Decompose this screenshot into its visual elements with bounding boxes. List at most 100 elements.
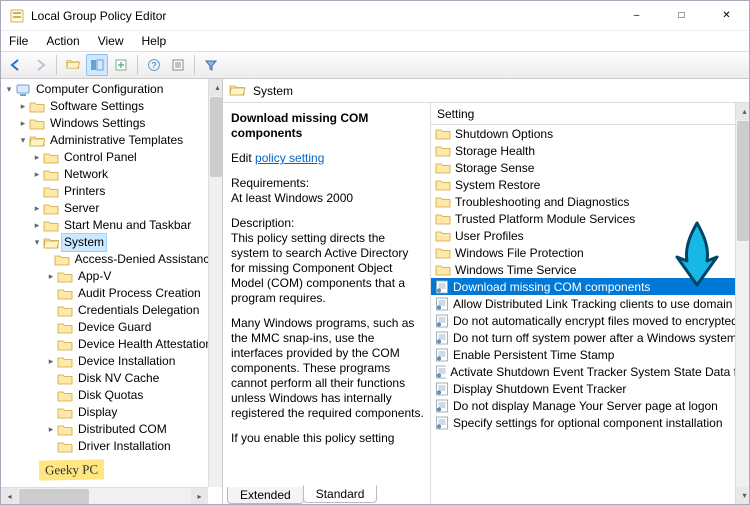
- detail-edit-line: Edit policy setting: [231, 151, 424, 166]
- list-item[interactable]: Windows File Protection: [431, 244, 749, 261]
- properties-button[interactable]: [167, 54, 189, 76]
- tree-item[interactable]: Disk NV Cache: [3, 370, 222, 387]
- tree-item[interactable]: Device Health Attestation: [3, 336, 222, 353]
- policy-setting-icon: [435, 280, 449, 294]
- tree-item[interactable]: Display: [3, 404, 222, 421]
- list-item[interactable]: Specify settings for optional component …: [431, 414, 749, 431]
- menu-help[interactable]: Help: [140, 33, 169, 49]
- tree-item[interactable]: ▸Device Installation: [3, 353, 222, 370]
- list-item[interactable]: System Restore: [431, 176, 749, 193]
- show-tree-button[interactable]: [86, 54, 108, 76]
- folder-closed-icon: [54, 253, 70, 266]
- back-button[interactable]: [5, 54, 27, 76]
- list-item[interactable]: Display Shutdown Event Tracker: [431, 380, 749, 397]
- policy-setting-icon: [435, 297, 449, 311]
- content-title: System: [253, 84, 293, 98]
- tree-scrollbar-horizontal[interactable]: ◂ ▸: [1, 487, 208, 504]
- folder-closed-icon: [43, 185, 59, 198]
- tree-item[interactable]: ▸Server: [3, 200, 222, 217]
- help-button[interactable]: ?: [143, 54, 165, 76]
- tree-item[interactable]: Printers: [3, 183, 222, 200]
- detail-requirements: Requirements: At least Windows 2000: [231, 176, 424, 206]
- watermark: Geeky PC: [39, 459, 104, 480]
- list-item[interactable]: Enable Persistent Time Stamp: [431, 346, 749, 363]
- list-item[interactable]: Troubleshooting and Diagnostics: [431, 193, 749, 210]
- close-button[interactable]: ✕: [704, 1, 749, 31]
- folder-closed-icon: [435, 229, 451, 242]
- tree-item[interactable]: ▾Administrative Templates: [3, 132, 222, 149]
- folder-closed-icon: [57, 372, 73, 385]
- list-item[interactable]: Windows Time Service: [431, 261, 749, 278]
- tree-item[interactable]: ▸App-V: [3, 268, 222, 285]
- filter-button[interactable]: [200, 54, 222, 76]
- list-item[interactable]: Storage Health: [431, 142, 749, 159]
- folder-open-icon: [29, 134, 45, 147]
- list-scrollbar-vertical[interactable]: ▴ ▾: [735, 103, 749, 504]
- folder-closed-icon: [435, 144, 451, 157]
- folder-open-icon: [229, 83, 247, 98]
- tree-item[interactable]: Driver Installation: [3, 438, 222, 455]
- detail-pane: Download missing COM components Edit pol…: [223, 103, 431, 504]
- forward-button[interactable]: [29, 54, 51, 76]
- tree-item[interactable]: Audit Process Creation: [3, 285, 222, 302]
- list-item[interactable]: Do not display Manage Your Server page a…: [431, 397, 749, 414]
- tree-item[interactable]: ▸Start Menu and Taskbar: [3, 217, 222, 234]
- export-button[interactable]: [110, 54, 132, 76]
- tree-item[interactable]: Disk Quotas: [3, 387, 222, 404]
- folder-closed-icon: [29, 100, 45, 113]
- list-item[interactable]: Trusted Platform Module Services: [431, 210, 749, 227]
- folder-closed-icon: [57, 270, 73, 283]
- list-item[interactable]: Download missing COM components: [431, 278, 749, 295]
- tree-item[interactable]: ▸Network: [3, 166, 222, 183]
- folder-closed-icon: [57, 287, 73, 300]
- tree-item[interactable]: ▸Distributed COM: [3, 421, 222, 438]
- folder-closed-icon: [43, 202, 59, 215]
- folder-closed-icon: [57, 304, 73, 317]
- folder-closed-icon: [57, 406, 73, 419]
- folder-closed-icon: [57, 389, 73, 402]
- tree-item[interactable]: ▾System: [3, 234, 222, 251]
- tree-item[interactable]: ▸Software Settings: [3, 98, 222, 115]
- up-button[interactable]: [62, 54, 84, 76]
- detail-description: Description: This policy setting directs…: [231, 216, 424, 306]
- menu-view[interactable]: View: [96, 33, 126, 49]
- folder-closed-icon: [435, 195, 451, 208]
- folder-closed-icon: [57, 423, 73, 436]
- tab-extended[interactable]: Extended: [227, 487, 304, 504]
- policy-setting-icon: [435, 314, 449, 328]
- tree-root[interactable]: ▾Computer Configuration: [3, 81, 222, 98]
- detail-title: Download missing COM components: [231, 111, 424, 141]
- list-item[interactable]: Activate Shutdown Event Tracker System S…: [431, 363, 749, 380]
- list-item[interactable]: Storage Sense: [431, 159, 749, 176]
- list-item[interactable]: Allow Distributed Link Tracking clients …: [431, 295, 749, 312]
- tree-item[interactable]: ▸Control Panel: [3, 149, 222, 166]
- folder-closed-icon: [435, 212, 451, 225]
- policy-setting-icon: [435, 348, 449, 362]
- tree-item[interactable]: Credentials Delegation: [3, 302, 222, 319]
- column-header-setting[interactable]: Setting: [431, 103, 749, 125]
- list-item[interactable]: Do not turn off system power after a Win…: [431, 329, 749, 346]
- list-item[interactable]: Do not automatically encrypt files moved…: [431, 312, 749, 329]
- tree-item[interactable]: ▸Windows Settings: [3, 115, 222, 132]
- folder-closed-icon: [435, 161, 451, 174]
- minimize-button[interactable]: –: [614, 1, 659, 31]
- policy-setting-icon: [435, 331, 449, 345]
- folder-open-icon: [43, 236, 59, 249]
- menu-file[interactable]: File: [7, 33, 30, 49]
- folder-closed-icon: [29, 117, 45, 130]
- tree-item[interactable]: Device Guard: [3, 319, 222, 336]
- tab-standard[interactable]: Standard: [303, 485, 378, 503]
- window-title: Local Group Policy Editor: [31, 9, 166, 23]
- list-item[interactable]: User Profiles: [431, 227, 749, 244]
- folder-closed-icon: [43, 219, 59, 232]
- edit-policy-link[interactable]: policy setting: [255, 151, 324, 165]
- folder-closed-icon: [57, 338, 73, 351]
- menu-action[interactable]: Action: [44, 33, 81, 49]
- folder-closed-icon: [43, 151, 59, 164]
- maximize-button[interactable]: □: [659, 1, 704, 31]
- tree-item[interactable]: Access-Denied Assistance: [3, 251, 222, 268]
- tree-scrollbar-vertical[interactable]: ▴: [208, 79, 222, 487]
- list-item[interactable]: Shutdown Options: [431, 125, 749, 142]
- view-tabs: Extended Standard: [227, 484, 376, 504]
- folder-closed-icon: [57, 321, 73, 334]
